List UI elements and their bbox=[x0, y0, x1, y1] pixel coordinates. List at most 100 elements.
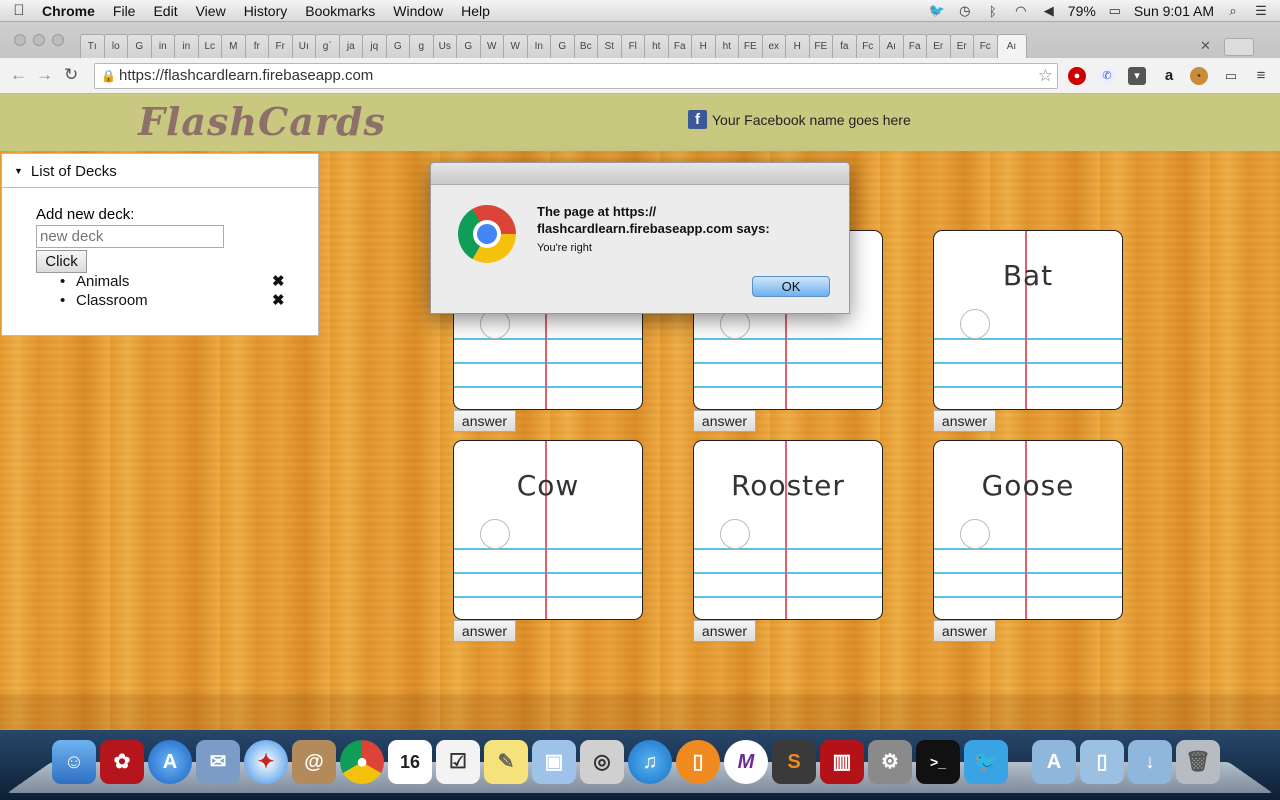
menu-edit[interactable]: Edit bbox=[144, 0, 186, 22]
browser-tab[interactable]: In bbox=[526, 34, 551, 58]
browser-tab[interactable]: G bbox=[456, 34, 481, 58]
browser-tab[interactable]: lo bbox=[103, 34, 128, 58]
zoom-window-icon[interactable] bbox=[52, 34, 64, 46]
browser-tab[interactable]: H bbox=[785, 34, 810, 58]
lock-warning-icon[interactable]: 🔒 bbox=[101, 64, 116, 88]
browser-tab[interactable]: Uı bbox=[291, 34, 316, 58]
time-machine-icon[interactable]: ◷ bbox=[956, 3, 974, 19]
menu-window[interactable]: Window bbox=[384, 0, 452, 22]
notification-center-icon[interactable]: ☰ bbox=[1252, 3, 1270, 19]
browser-tab[interactable]: Bc bbox=[573, 34, 598, 58]
browser-tab[interactable]: Fr bbox=[268, 34, 293, 58]
answer-button[interactable]: answer bbox=[453, 410, 516, 432]
menu-view[interactable]: View bbox=[187, 0, 235, 22]
applications-folder-icon[interactable]: A bbox=[1032, 740, 1076, 784]
battery-icon[interactable]: ▭ bbox=[1106, 3, 1124, 19]
sublime-text-icon[interactable]: S bbox=[772, 740, 816, 784]
browser-tab[interactable]: St bbox=[597, 34, 622, 58]
marvel-icon[interactable]: M bbox=[724, 740, 768, 784]
reminders-icon[interactable]: ☑ bbox=[436, 740, 480, 784]
calendar-icon[interactable]: 16 bbox=[388, 740, 432, 784]
bookmark-star-icon[interactable]: ☆ bbox=[1038, 64, 1053, 88]
itunes-icon[interactable]: ♫ bbox=[628, 740, 672, 784]
ok-button[interactable]: OK bbox=[752, 276, 830, 297]
preview-icon[interactable]: ▣ bbox=[532, 740, 576, 784]
cast-icon[interactable]: ▭ bbox=[1222, 67, 1240, 85]
browser-tab[interactable]: W bbox=[479, 34, 504, 58]
trash-icon[interactable]: 🗑 bbox=[1176, 740, 1220, 784]
menu-app-name[interactable]: Chrome bbox=[38, 0, 104, 22]
delete-deck-animals-icon[interactable]: ✖ bbox=[272, 272, 285, 290]
twitter-dock-icon[interactable]: 🐦 bbox=[964, 740, 1008, 784]
back-icon[interactable]: ← bbox=[10, 65, 27, 85]
address-bar[interactable]: 🔒 https://flashcardlearn.firebaseapp.com… bbox=[94, 63, 1058, 89]
answer-button[interactable]: answer bbox=[453, 620, 516, 642]
browser-tab[interactable]: Fc bbox=[855, 34, 880, 58]
chrome-dock-icon[interactable]: ● bbox=[340, 740, 384, 784]
browser-tab[interactable]: G bbox=[550, 34, 575, 58]
close-tab-icon[interactable]: ✕ bbox=[1200, 38, 1211, 54]
browser-tab[interactable]: G bbox=[127, 34, 152, 58]
menu-bookmarks[interactable]: Bookmarks bbox=[296, 0, 384, 22]
browser-tab[interactable]: Fl bbox=[620, 34, 645, 58]
photo-booth-icon[interactable]: ◎ bbox=[580, 740, 624, 784]
answer-button[interactable]: answer bbox=[933, 410, 996, 432]
apple-menu-icon[interactable]:  bbox=[0, 2, 38, 19]
browser-tab[interactable]: Fa bbox=[902, 34, 927, 58]
documents-folder-icon[interactable]: ▯ bbox=[1080, 740, 1124, 784]
terminal-icon[interactable]: >_ bbox=[916, 740, 960, 784]
browser-tab[interactable]: gˋ bbox=[315, 34, 340, 58]
browser-tab[interactable]: Tı bbox=[80, 34, 105, 58]
adblock-extension-icon[interactable]: ● bbox=[1068, 67, 1086, 85]
browser-tab[interactable]: FE bbox=[808, 34, 833, 58]
answer-button[interactable]: answer bbox=[693, 410, 756, 432]
browser-tab[interactable]: Us bbox=[432, 34, 457, 58]
browser-tab[interactable]: W bbox=[503, 34, 528, 58]
safari-icon[interactable]: ✦ bbox=[244, 740, 288, 784]
flashcard[interactable]: Rooster bbox=[693, 440, 883, 620]
twitter-menu-icon[interactable]: 🐦 bbox=[928, 3, 946, 19]
deck-item-classroom[interactable]: • Classroom bbox=[60, 292, 148, 309]
browser-tab[interactable]: in bbox=[150, 34, 175, 58]
browser-tab[interactable]: Lc bbox=[197, 34, 222, 58]
browser-tab[interactable]: Aı bbox=[879, 34, 904, 58]
app-store-icon[interactable]: A bbox=[148, 740, 192, 784]
browser-tab[interactable]: Fc bbox=[973, 34, 998, 58]
add-deck-button[interactable]: Click bbox=[36, 250, 87, 273]
browser-tab[interactable]: Er bbox=[926, 34, 951, 58]
browser-tab[interactable]: Er bbox=[949, 34, 974, 58]
bluetooth-icon[interactable]: ᛒ bbox=[984, 4, 1002, 19]
new-deck-input[interactable] bbox=[36, 225, 224, 248]
delete-deck-classroom-icon[interactable]: ✖ bbox=[272, 291, 285, 309]
browser-tab[interactable]: jq bbox=[362, 34, 387, 58]
chrome-menu-icon[interactable]: ≡ bbox=[1252, 67, 1270, 85]
browser-tab[interactable]: ht bbox=[644, 34, 669, 58]
pocket-extension-icon[interactable]: ▾ bbox=[1128, 67, 1146, 85]
deck-list-toggle[interactable]: ▼ List of Decks bbox=[2, 154, 318, 188]
ibooks-icon[interactable]: ▯ bbox=[676, 740, 720, 784]
minimize-window-icon[interactable] bbox=[33, 34, 45, 46]
wifi-icon[interactable]: ◠ bbox=[1012, 3, 1030, 19]
amazon-extension-icon[interactable]: a bbox=[1160, 67, 1178, 85]
browser-tab[interactable]: G bbox=[385, 34, 410, 58]
downloads-folder-icon[interactable]: ↓ bbox=[1128, 740, 1172, 784]
browser-tab[interactable]: M bbox=[221, 34, 246, 58]
browser-tab[interactable]: FE bbox=[738, 34, 763, 58]
finder-icon[interactable]: ☺ bbox=[52, 740, 96, 784]
deck-item-animals[interactable]: • Animals bbox=[60, 273, 129, 290]
forward-icon[interactable]: → bbox=[36, 65, 53, 85]
answer-button[interactable]: answer bbox=[693, 620, 756, 642]
contacts-icon[interactable]: @ bbox=[292, 740, 336, 784]
facebook-login[interactable]: f Your Facebook name goes here bbox=[688, 110, 911, 129]
reload-icon[interactable]: ↻ bbox=[64, 65, 78, 85]
flashcard[interactable]: Cow bbox=[453, 440, 643, 620]
spotlight-search-icon[interactable]: ⌕ bbox=[1224, 3, 1242, 19]
menu-file[interactable]: File bbox=[104, 0, 145, 22]
browser-tab[interactable]: ht bbox=[714, 34, 739, 58]
browser-tab[interactable]: fr bbox=[244, 34, 269, 58]
flashcard[interactable]: Goose bbox=[933, 440, 1123, 620]
browser-tab[interactable]: g bbox=[409, 34, 434, 58]
stickies-icon[interactable]: ✎ bbox=[484, 740, 528, 784]
flashcard[interactable]: Bat bbox=[933, 230, 1123, 410]
browser-tab[interactable]: ex bbox=[761, 34, 786, 58]
